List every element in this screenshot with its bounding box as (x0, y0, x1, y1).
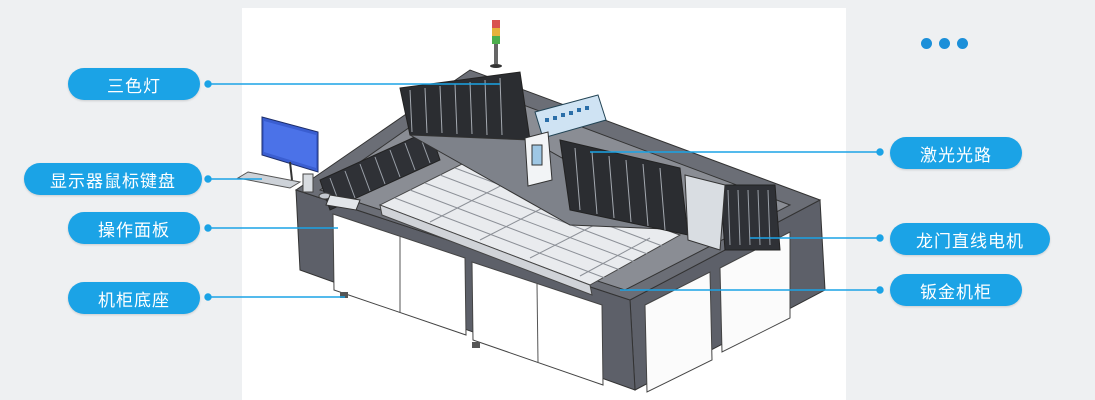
label-sheet-metal-cabinet: 钣金机柜 (890, 274, 1022, 306)
more-dots-icon[interactable] (921, 38, 968, 49)
laser-machine-illustration (236, 20, 826, 393)
dot (957, 38, 968, 49)
label-control-panel: 操作面板 (68, 212, 200, 244)
dot (921, 38, 932, 49)
tri-color-light-tower (490, 20, 502, 68)
label-cabinet-base: 机柜底座 (68, 282, 200, 314)
label-gantry-linear-motor: 龙门直线电机 (890, 223, 1050, 255)
dot (939, 38, 950, 49)
label-monitor-mouse-keyboard: 显示器鼠标键盘 (24, 163, 202, 195)
right-rail (719, 184, 781, 251)
label-laser-path: 激光光路 (890, 137, 1022, 169)
label-tri-color-light: 三色灯 (68, 68, 200, 100)
